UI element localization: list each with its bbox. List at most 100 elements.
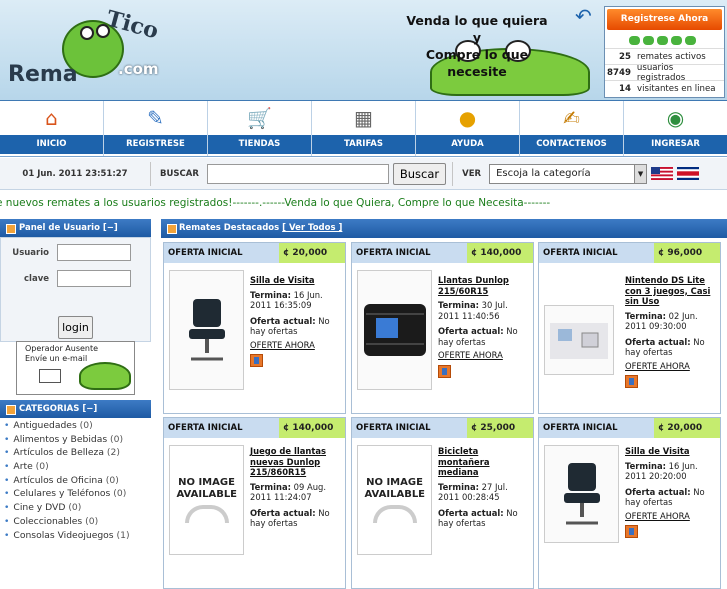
product-title-link[interactable]: Silla de Visita [250,275,342,286]
site-header: Tico Rema .com Venda lo que quiera y Com… [0,0,727,101]
search-input[interactable] [206,163,389,184]
end-date: Termina: 30 Jul. 2011 11:40:56 [438,300,508,321]
category-item[interactable]: Alimentos y Bebidas (0) [4,434,151,448]
bid-icon[interactable] [625,375,638,388]
categories-header: CATEGORIAS [−] [0,400,151,418]
bid-icon[interactable] [250,354,263,367]
bid-icon[interactable] [438,364,451,378]
current-offer: Oferta actual: No hay ofertas [625,486,705,508]
current-offer: Oferta actual: No hay ofertas [438,507,518,529]
operator-status[interactable]: Operador Ausente Envíe un e-mail [16,341,135,395]
console-icon [550,323,608,359]
featured-auctions: Remates Destacados [ Ver Todos ] OFERTA … [161,219,727,589]
username-label: Usuario [12,247,49,258]
auction-card: OFERTA INICIAL ¢ 25,000 NO IMAGE AVAILABL… [351,417,534,589]
register-box: Registrese Ahora 25 remates activos 8749 u… [604,6,725,98]
costa-rica-flag-icon[interactable] [677,167,700,180]
login-button[interactable]: login [58,316,93,339]
view-all-link[interactable]: [ Ver Todos ] [282,223,342,233]
category-item[interactable]: Coleccionables (0) [4,516,151,530]
email-operator-line: Envíe un e-mail [25,354,88,363]
product-title-link[interactable]: Llantas Dunlop 215/60R15 [438,275,530,296]
category-item[interactable]: Celulares y Teléfonos (0) [4,488,151,502]
operator-status-line: Operador Ausente [25,344,99,353]
product-title-link[interactable]: Juego de llantas nuevas Dunlop 215/860R1… [250,446,342,478]
home-icon: ⌂ [45,106,58,130]
price: ¢ 20,000 [279,243,345,263]
category-item[interactable]: Consolas Videojuegos (1) [4,530,151,544]
chair-icon [563,463,600,525]
edit-icon: ✍ [563,106,580,130]
product-image[interactable] [544,445,619,543]
no-image-text: NO IMAGE AVAILABLE [176,477,238,500]
category-item[interactable]: Artículos de Belleza (2) [4,447,151,461]
end-date: Termina: 02 Jun. 2011 09:30:00 [625,310,698,332]
sidebar: Panel de Usuario [−] Usuario clave login… [0,219,151,545]
bid-now-link[interactable]: OFERTE AHORA [625,511,717,522]
news-ticker-text: e nuevos remates a los usuarios registra… [0,197,551,209]
tires-icon [363,304,426,356]
search-button[interactable]: Buscar [392,162,447,185]
nav-inicio[interactable]: ⌂ INICIO [0,101,104,156]
no-image-icon [184,505,229,523]
username-input[interactable] [57,244,131,261]
bid-now-link[interactable]: OFERTE AHORA [438,350,530,361]
price: ¢ 140,000 [279,418,345,438]
login-panel: Usuario clave login [0,237,151,342]
product-image[interactable] [169,270,244,390]
lightbulb-icon: ● [458,106,477,130]
product-image[interactable]: NO IMAGE AVAILABLE [357,445,432,555]
register-icon: ✎ [147,106,164,130]
nav-contactenos[interactable]: ✍ CONTACTENOS [520,101,624,156]
user-panel-toggle[interactable]: [−] [103,223,118,233]
nav-registrese[interactable]: ✎ REGISTRESE [104,101,208,156]
category-item[interactable]: Antiguedades (0) [4,420,151,434]
product-image[interactable] [544,305,614,375]
nav-tiendas[interactable]: 🛒 TIENDAS [208,101,312,156]
slogan: Venda lo que quiera y Compre lo que nece… [402,12,552,80]
auction-card: OFERTA INICIAL ¢ 20,000 Silla de Visita T… [538,417,721,589]
logo-com: .com [118,60,159,78]
nav-ayuda[interactable]: ● AYUDA [416,101,520,156]
nav-ingresar[interactable]: ◉ INGRESAR [624,101,727,156]
category-item[interactable]: Cine y DVD (0) [4,502,151,516]
chevron-down-icon: ▼ [634,164,647,183]
product-image[interactable] [357,270,432,390]
slogan-line-2: Compre lo que necesite [425,47,529,79]
news-ticker: e nuevos remates a los usuarios registra… [0,190,727,216]
ver-label: VER [462,168,482,179]
price: ¢ 96,000 [654,243,720,263]
offer-label: OFERTA INICIAL [168,248,243,258]
offer-label: OFERTA INICIAL [168,423,243,433]
frog-eye-icon [80,26,94,40]
auction-card: OFERTA INICIAL ¢ 96,000 Nintendo DS Lite … [538,242,721,414]
bid-now-link[interactable]: OFERTE AHORA [625,361,717,372]
current-datetime: 01 Jun. 2011 23:51:27 [22,168,128,179]
us-flag-icon[interactable] [651,167,674,180]
category-item[interactable]: Arte (0) [4,461,151,475]
logo-rema[interactable]: Rema [8,62,78,87]
product-image[interactable]: NO IMAGE AVAILABLE [169,445,244,555]
offer-label: OFERTA INICIAL [543,248,618,258]
product-title-link[interactable]: Nintendo DS Lite con 3 juegos, Casi sin … [625,275,717,307]
auction-card: OFERTA INICIAL ¢ 20,000 Silla de Visita T… [163,242,346,414]
current-offer: Oferta actual: No hay ofertas [438,326,518,347]
category-list: CATEGORIAS [−] Antiguedades (0) Alimento… [0,400,151,543]
bid-icon[interactable] [625,525,638,538]
categories-toggle[interactable]: [−] [82,404,97,414]
current-offer: Oferta actual: No hay ofertas [250,315,330,337]
category-select[interactable]: Escoja la categoría ▼ [489,163,648,184]
current-offer: Oferta actual: No hay ofertas [625,336,705,358]
bid-now-link[interactable]: OFERTE AHORA [250,340,342,351]
register-now-button[interactable]: Registrese Ahora [607,9,722,30]
frog-mascot-icon [79,362,131,390]
nav-tarifas[interactable]: ▦ TARIFAS [312,101,416,156]
arrow-icon: ↶ [575,4,592,28]
category-item[interactable]: Artículos de Oficina (0) [4,475,151,489]
price: ¢ 20,000 [654,418,720,438]
price: ¢ 140,000 [467,243,533,263]
price: ¢ 25,000 [467,418,533,438]
password-input[interactable] [57,270,131,287]
product-title-link[interactable]: Silla de Visita [625,446,717,457]
product-title-link[interactable]: Bicicleta montañera mediana [438,446,530,478]
